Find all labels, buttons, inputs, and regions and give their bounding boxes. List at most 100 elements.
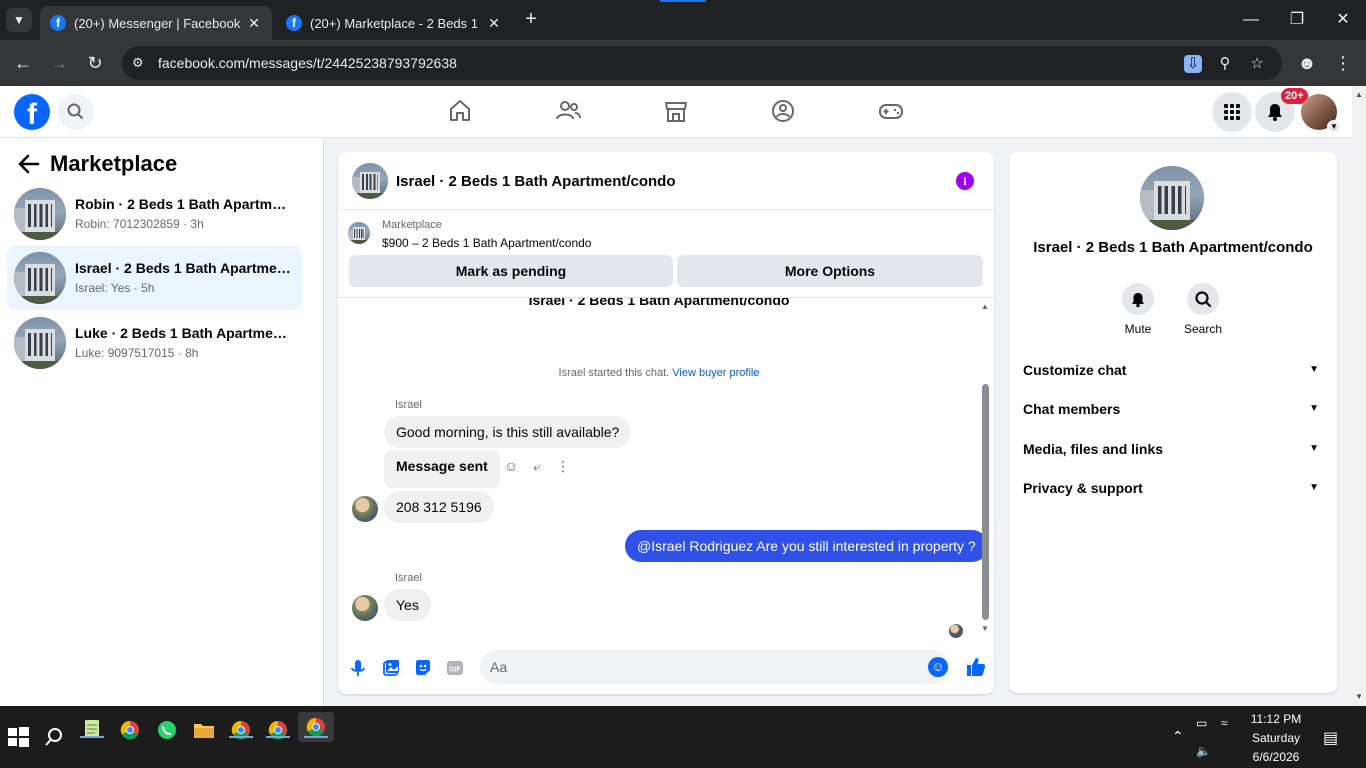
zoom-icon[interactable]: ⚲ xyxy=(1216,55,1234,73)
tray-chevron-up-icon[interactable]: ⌃ xyxy=(1172,728,1184,745)
message-input[interactable] xyxy=(480,650,950,684)
running-indicator xyxy=(229,736,253,738)
conversation-item-luke[interactable]: Luke · 2 Beds 1 Bath Apartment/... Luke:… xyxy=(7,311,302,375)
thread-scrollbar[interactable] xyxy=(982,384,989,620)
search-icon[interactable] xyxy=(40,723,68,751)
mute-button[interactable]: Mute xyxy=(1108,283,1168,336)
chrome-app-icon[interactable] xyxy=(227,716,255,744)
conversation-item-robin[interactable]: Robin · 2 Beds 1 Bath Apartmen... Robin:… xyxy=(7,182,302,246)
scroll-down-arrow[interactable]: ▼ xyxy=(1352,692,1366,701)
sender-avatar[interactable] xyxy=(352,595,378,621)
bookmark-star-icon[interactable]: ☆ xyxy=(1248,55,1266,73)
whatsapp-app-icon[interactable] xyxy=(153,716,181,744)
gaming-icon[interactable] xyxy=(876,96,906,126)
tab-marketplace[interactable]: f (20+) Marketplace - 2 Beds 1 Ba ✕ xyxy=(276,6,512,40)
listing-thumbnail[interactable] xyxy=(348,222,370,244)
message-bubble[interactable]: Good morning, is this still available? xyxy=(384,416,632,448)
restore-button[interactable]: ❐ xyxy=(1274,0,1320,40)
new-tab-button[interactable]: + xyxy=(520,8,542,32)
account-avatar[interactable]: ▼ xyxy=(1301,94,1341,134)
kebab-menu-icon[interactable]: ⋮ xyxy=(1331,51,1355,75)
clock-day[interactable]: Saturday xyxy=(1246,731,1306,745)
running-indicator xyxy=(266,736,290,738)
message-bubble[interactable]: 208 312 5196 xyxy=(384,491,494,523)
section-label: Chat members xyxy=(1023,401,1121,417)
section-media-files-links[interactable]: Media, files and links ▼ xyxy=(1023,437,1323,461)
file-explorer-icon[interactable] xyxy=(190,716,218,744)
profile-icon[interactable]: ☻ xyxy=(1295,51,1319,75)
react-emoji-icon[interactable]: ☺ xyxy=(501,456,521,476)
message-bubble[interactable]: Yes xyxy=(384,589,431,621)
close-window-button[interactable]: ✕ xyxy=(1320,0,1366,40)
section-chat-members[interactable]: Chat members ▼ xyxy=(1023,397,1323,421)
search-conversation-button[interactable]: Search xyxy=(1173,283,1233,336)
forward-arrow-icon[interactable]: → xyxy=(47,51,71,75)
listing-thumbnail xyxy=(14,188,66,240)
marketplace-icon[interactable] xyxy=(661,96,691,126)
section-customize-chat[interactable]: Customize chat ▼ xyxy=(1023,358,1323,382)
info-icon[interactable]: i xyxy=(956,172,974,190)
page-scrollbar[interactable]: ▲ ▼ xyxy=(1352,86,1366,706)
chrome-app-icon[interactable] xyxy=(116,716,144,744)
groups-icon[interactable] xyxy=(768,96,798,126)
message-bubble[interactable]: Message sent xyxy=(384,450,500,488)
tab-search-button[interactable]: ▼ xyxy=(6,8,32,32)
chat-thumbnail[interactable] xyxy=(352,163,388,199)
chevron-down-icon: ▼ xyxy=(1327,120,1341,134)
scroll-up-arrow[interactable]: ▲ xyxy=(980,302,990,311)
friends-icon[interactable] xyxy=(553,96,583,126)
menu-grid-button[interactable] xyxy=(1212,92,1252,132)
facebook-search-button[interactable] xyxy=(58,94,94,130)
tab-messenger[interactable]: f (20+) Messenger | Facebook ✕ xyxy=(40,6,272,40)
volume-icon[interactable]: 🔈 xyxy=(1196,744,1211,758)
home-icon[interactable] xyxy=(445,96,475,126)
tab-title: (20+) Messenger | Facebook xyxy=(74,15,240,31)
address-bar[interactable]: ⚙ facebook.com/messages/t/24425238793792… xyxy=(122,46,1282,80)
reply-icon[interactable]: ⤶ xyxy=(527,456,547,476)
install-app-icon[interactable]: ⇩ xyxy=(1184,55,1202,73)
back-arrow-icon[interactable] xyxy=(16,152,42,176)
notification-center-icon[interactable]: ▤ xyxy=(1323,728,1338,748)
windows-start-icon[interactable] xyxy=(4,723,32,751)
site-info-icon[interactable]: ⚙ xyxy=(132,55,148,71)
close-tab-icon[interactable]: ✕ xyxy=(246,15,262,32)
listing-thumbnail xyxy=(14,317,66,369)
grid-icon xyxy=(1224,104,1240,120)
emoji-icon[interactable]: ☺ xyxy=(928,657,948,677)
url-text[interactable]: facebook.com/messages/t/2442523879379263… xyxy=(158,55,457,71)
chevron-down-icon: ▼ xyxy=(1309,443,1319,454)
section-privacy-support[interactable]: Privacy & support ▼ xyxy=(1023,476,1323,500)
photo-icon[interactable] xyxy=(381,658,401,678)
mark-as-pending-button[interactable]: Mark as pending xyxy=(349,255,673,287)
scroll-down-arrow[interactable]: ▼ xyxy=(980,624,990,633)
more-options-button[interactable]: More Options xyxy=(677,255,983,287)
battery-icon[interactable]: ▭ xyxy=(1196,716,1207,730)
view-buyer-profile-link[interactable]: View buyer profile xyxy=(672,367,759,379)
notepad-app-icon[interactable] xyxy=(78,716,106,744)
listing-thumbnail-large[interactable] xyxy=(1140,166,1204,230)
sender-avatar[interactable] xyxy=(352,496,378,522)
close-tab-icon[interactable]: ✕ xyxy=(486,15,502,32)
chrome-app-icon[interactable] xyxy=(264,716,292,744)
message-composer: GIF ☺ xyxy=(338,648,994,688)
microphone-icon[interactable] xyxy=(348,658,368,678)
more-icon[interactable]: ⋮ xyxy=(553,456,573,476)
listing-price-title[interactable]: $900 – 2 Beds 1 Bath Apartment/condo xyxy=(382,236,591,250)
facebook-logo[interactable]: f xyxy=(14,94,50,130)
network-icon[interactable]: ≈ xyxy=(1221,716,1228,730)
reload-icon[interactable]: ↻ xyxy=(83,51,107,75)
sticker-icon[interactable] xyxy=(413,658,433,678)
gif-icon[interactable]: GIF xyxy=(445,658,465,678)
minimize-button[interactable]: — xyxy=(1228,0,1274,40)
clock-date[interactable]: 6/6/2026 xyxy=(1246,750,1306,764)
read-receipt-avatar xyxy=(949,624,963,638)
scroll-up-arrow[interactable]: ▲ xyxy=(1352,90,1366,99)
my-message-bubble[interactable]: @Israel Rodriguez Are you still interest… xyxy=(625,530,988,562)
marketplace-label: Marketplace xyxy=(382,219,442,231)
clock-time[interactable]: 11:12 PM xyxy=(1246,712,1306,726)
thumbs-up-icon[interactable] xyxy=(964,655,988,679)
bell-icon xyxy=(1122,283,1154,315)
back-arrow-icon[interactable]: ← xyxy=(11,51,35,75)
conversation-item-israel[interactable]: Israel · 2 Beds 1 Bath Apartment... Isra… xyxy=(7,246,302,310)
chat-title[interactable]: Israel · 2 Beds 1 Bath Apartment/condo xyxy=(396,173,676,190)
